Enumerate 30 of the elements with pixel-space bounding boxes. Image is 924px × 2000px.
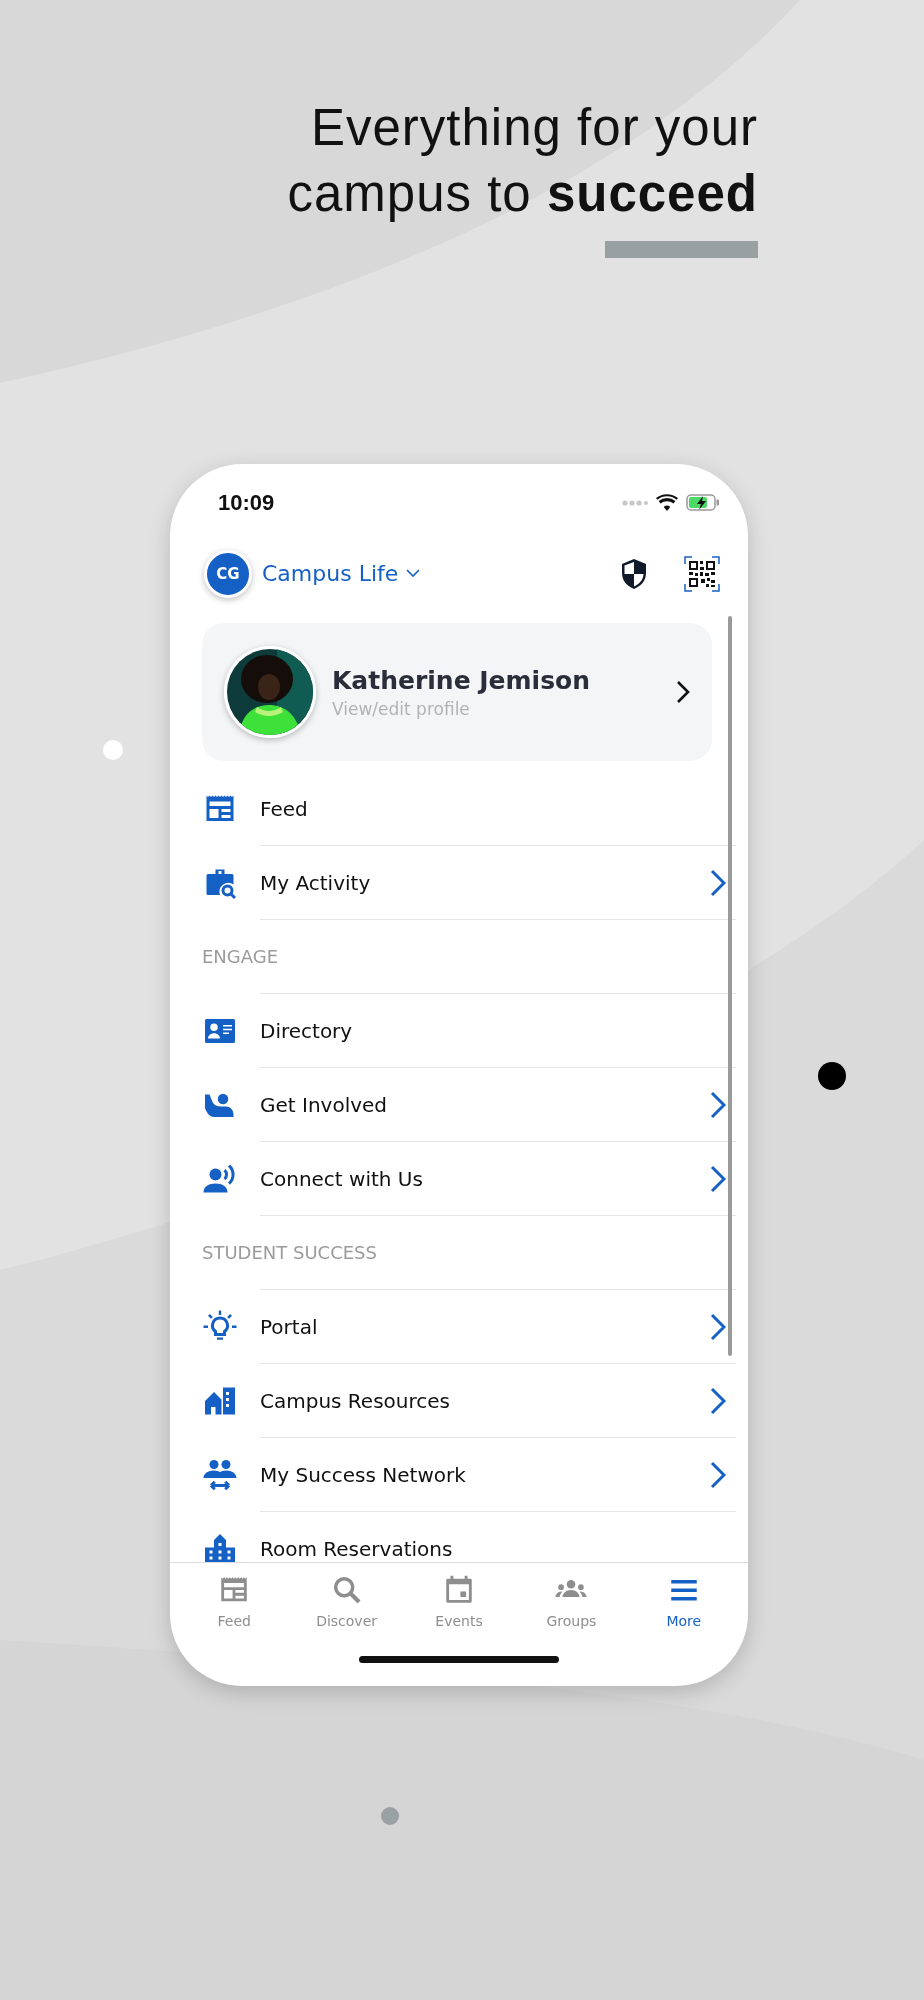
signal-icon — [622, 499, 648, 506]
battery-icon — [686, 494, 720, 511]
menu-item-label: My Success Network — [260, 1462, 466, 1487]
qr-code-icon[interactable] — [684, 555, 720, 592]
status-time: 10:09 — [218, 489, 275, 516]
profile-subtitle: View/edit profile — [332, 698, 471, 719]
menu-item-label: My Activity — [260, 870, 371, 895]
tab[interactable]: More — [627, 1573, 740, 1629]
menu-item-label: Feed — [260, 796, 308, 821]
menu-item[interactable]: My Success Network — [202, 1438, 736, 1512]
menu-item-label: Directory — [260, 1018, 353, 1043]
caret-icon — [406, 569, 421, 578]
headline: Everything for your campus to succeed — [286, 98, 758, 224]
page-dot — [103, 740, 123, 760]
chevron-icon — [676, 680, 690, 704]
profile-card[interactable]: Katherine Jemison View/edit profile — [202, 623, 712, 761]
menu-item-label: Campus Resources — [260, 1388, 450, 1413]
building-icon — [202, 1531, 238, 1562]
section-header: ENGAGE — [202, 945, 280, 969]
campus-selector[interactable]: Campus Life — [262, 561, 421, 586]
menu-item[interactable]: Campus Resources — [202, 1364, 736, 1438]
people-arrow-icon — [202, 1457, 238, 1493]
profile-name: Katherine Jemison — [332, 665, 592, 695]
section-header: STUDENT SUCCESS — [202, 1241, 378, 1265]
wifi-icon — [656, 494, 678, 511]
menu-item-label: Connect with Us — [260, 1166, 423, 1191]
shield-icon[interactable] — [620, 557, 648, 590]
menu-item-label: Room Reservations — [260, 1536, 453, 1561]
menu-item-label: Portal — [260, 1314, 318, 1339]
menu-item-label: Get Involved — [260, 1092, 388, 1117]
